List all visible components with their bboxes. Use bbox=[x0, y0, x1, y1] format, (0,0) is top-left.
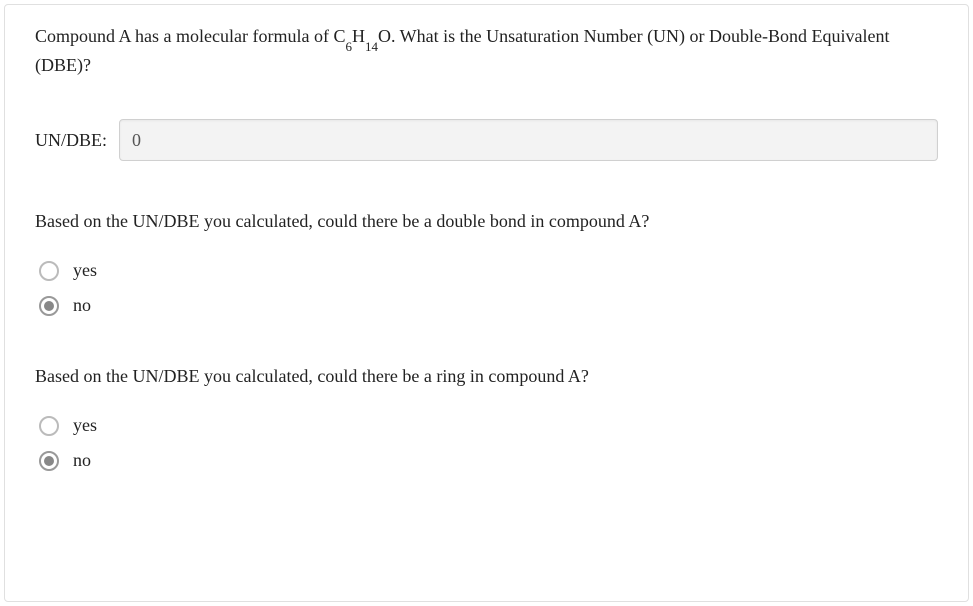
subscript-2: 14 bbox=[365, 39, 378, 54]
radio-label-yes-2: yes bbox=[73, 415, 97, 436]
undbe-label: UN/DBE: bbox=[35, 130, 107, 151]
radio-row-no-1: no bbox=[39, 295, 938, 316]
radio-no-2[interactable] bbox=[39, 451, 59, 471]
undbe-input[interactable] bbox=[119, 119, 938, 161]
subscript-1: 6 bbox=[345, 39, 352, 54]
main-question-text: Compound A has a molecular formula of C6… bbox=[35, 23, 938, 79]
question-mid: H bbox=[352, 26, 365, 46]
radio-label-no-1: no bbox=[73, 295, 91, 316]
sub-question-2: Based on the UN/DBE you calculated, coul… bbox=[35, 366, 938, 387]
sub-question-1: Based on the UN/DBE you calculated, coul… bbox=[35, 211, 938, 232]
radio-label-no-2: no bbox=[73, 450, 91, 471]
undbe-input-row: UN/DBE: bbox=[35, 119, 938, 161]
radio-label-yes-1: yes bbox=[73, 260, 97, 281]
question-container: Compound A has a molecular formula of C6… bbox=[4, 4, 969, 602]
radio-yes-2[interactable] bbox=[39, 416, 59, 436]
radio-row-no-2: no bbox=[39, 450, 938, 471]
radio-row-yes-1: yes bbox=[39, 260, 938, 281]
radio-yes-1[interactable] bbox=[39, 261, 59, 281]
radio-group-1: yes no bbox=[35, 260, 938, 316]
radio-group-2: yes no bbox=[35, 415, 938, 471]
question-prefix: Compound A has a molecular formula of C bbox=[35, 26, 345, 46]
radio-no-1[interactable] bbox=[39, 296, 59, 316]
radio-row-yes-2: yes bbox=[39, 415, 938, 436]
